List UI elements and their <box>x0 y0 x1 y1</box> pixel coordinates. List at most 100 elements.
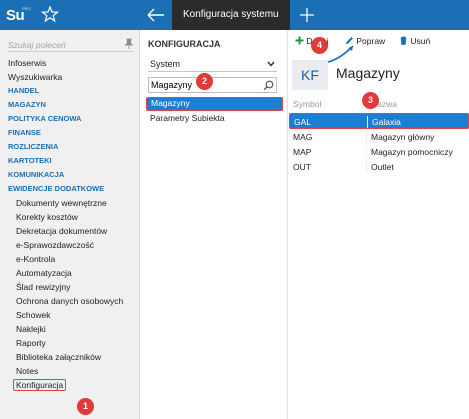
sidebar-item-label: Infoserwis <box>8 58 47 68</box>
sidebar-item-label: Dokumenty wewnętrzne <box>16 198 107 208</box>
table-header: Symbol Nazwa <box>289 96 469 113</box>
page-title: Magazyny <box>336 65 400 81</box>
sidebar-item[interactable]: Raporty <box>0 336 140 350</box>
sidebar-item-label: e-Sprawozdawczość <box>16 240 94 250</box>
sidebar-item-label: Konfiguracja <box>13 379 67 391</box>
tab-label: Konfiguracja systemu <box>183 9 279 20</box>
star-icon[interactable] <box>40 5 60 23</box>
sidebar-item[interactable]: Ślad rewizyjny <box>0 280 140 294</box>
delete-button-label: Usuń <box>410 36 431 46</box>
cell-symbol: OUT <box>293 162 311 172</box>
sidebar-item[interactable]: EWIDENCJE DODATKOWE <box>0 182 140 196</box>
sidebar-item[interactable]: e-Kontrola <box>0 252 140 266</box>
sidebar-item[interactable]: Biblioteka załączników <box>0 350 140 364</box>
search-icon[interactable] <box>263 80 274 91</box>
callout-arrow <box>327 45 354 63</box>
sidebar-item-label: Raporty <box>16 338 46 348</box>
pin-icon[interactable] <box>124 38 134 50</box>
sidebar-item-label: FINANSE <box>8 128 41 137</box>
sidebar-item[interactable]: Konfiguracja <box>0 378 140 392</box>
panel-title: KONFIGURACJA <box>148 39 221 49</box>
table-row[interactable]: MAG Magazyn główny <box>289 129 469 144</box>
warehouses-table: Symbol Nazwa GAL Galaxia MAG Magazyn główny… <box>289 96 469 174</box>
section-select[interactable]: System <box>148 57 277 72</box>
sidebar-item[interactable]: Dekretacja dokumentów <box>0 224 140 238</box>
list-header: KF Magazyny <box>289 60 469 90</box>
configuration-list-item[interactable]: Parametry Subiekta <box>146 111 283 125</box>
sidebar-item[interactable]: Infoserwis <box>0 56 140 70</box>
sidebar-item-label: POLITYKA CENOWA <box>8 114 82 123</box>
table-row[interactable]: MAP Magazyn pomocniczy <box>289 144 469 159</box>
sidebar-item-label: e-Kontrola <box>16 254 56 264</box>
sidebar-item-label: Korekty kosztów <box>16 212 78 222</box>
cell-name: Magazyn pomocniczy <box>371 147 453 157</box>
configuration-list: Magazyny Parametry Subiekta <box>146 97 283 125</box>
command-search-input[interactable] <box>8 38 120 51</box>
command-search <box>8 38 134 52</box>
chevron-down-icon <box>266 60 276 68</box>
configuration-list-item[interactable]: Magazyny <box>146 97 283 111</box>
plus-icon <box>295 36 304 45</box>
sidebar-item[interactable]: MAGAZYN <box>0 98 140 112</box>
sidebar-item[interactable]: Notes <box>0 364 140 378</box>
sidebar-item[interactable]: Schowek <box>0 308 140 322</box>
sidebar-item[interactable]: KARTOTEKI <box>0 154 140 168</box>
logo-superscript: PRO <box>22 6 31 11</box>
sidebar-item[interactable]: HANDEL <box>0 84 140 98</box>
sidebar-item-label: Naklejki <box>16 324 46 334</box>
sidebar-item-label: EWIDENCJE DODATKOWE <box>8 184 105 193</box>
sidebar-item[interactable]: Korekty kosztów <box>0 210 140 224</box>
app-logo[interactable]: Su PRO <box>6 5 31 25</box>
back-arrow-icon[interactable] <box>144 4 168 26</box>
sidebar-item-label: Ślad rewizyjny <box>16 282 71 292</box>
configuration-panel: KONFIGURACJA System MagazynyParametry Su… <box>141 30 288 419</box>
sidebar-item[interactable]: Naklejki <box>0 322 140 336</box>
sidebar-item-label: KARTOTEKI <box>8 156 52 165</box>
cell-symbol: MAP <box>293 147 312 157</box>
table-row[interactable]: OUT Outlet <box>289 159 469 174</box>
section-select-value: System <box>150 59 181 69</box>
sidebar-item-label: Ochrona danych osobowych <box>16 296 124 306</box>
column-divider <box>366 161 367 173</box>
main-panel: Dodaj Popraw Usuń KF Magazyny Symbol Naz… <box>289 30 469 419</box>
sidebar: Infoserwis Wyszukiwarka HANDEL MAGAZYN POLIT… <box>0 30 140 419</box>
callout-badge-1: 1 <box>77 398 94 415</box>
cell-symbol: GAL <box>294 117 312 127</box>
sidebar-item[interactable]: Automatyzacja <box>0 266 140 280</box>
sidebar-item-label: ROZLICZENIA <box>8 142 59 151</box>
sidebar-item[interactable]: Dokumenty wewnętrzne <box>0 196 140 210</box>
sidebar-item[interactable]: KOMUNIKACJA <box>0 168 140 182</box>
sidebar-item-label: Biblioteka załączników <box>16 352 102 362</box>
sidebar-item-label: Dekretacja dokumentów <box>16 226 108 236</box>
sidebar-item-label: Notes <box>16 366 39 376</box>
table-body: GAL Galaxia MAG Magazyn główny MAP Magazyn po… <box>289 113 469 174</box>
column-divider <box>367 116 368 128</box>
sidebar-item[interactable]: e-Sprawozdawczość <box>0 238 140 252</box>
cell-name: Galaxia <box>372 117 401 127</box>
sidebar-item-label: Wyszukiwarka <box>8 72 63 82</box>
sidebar-item[interactable]: POLITYKA CENOWA <box>0 112 140 126</box>
sidebar-item[interactable]: Wyszukiwarka <box>0 70 140 84</box>
cell-symbol: MAG <box>293 132 313 142</box>
tab-konfiguracja-systemu[interactable]: Konfiguracja systemu <box>172 0 290 30</box>
sidebar-item-label: Schowek <box>16 310 51 320</box>
sidebar-item[interactable]: FINANSE <box>0 126 140 140</box>
column-divider <box>366 146 367 158</box>
top-bar: Su PRO Konfiguracja systemu <box>0 0 469 30</box>
delete-button[interactable]: Usuń <box>399 36 430 46</box>
trash-icon <box>400 36 407 45</box>
column-divider <box>366 131 367 143</box>
sidebar-nav: Infoserwis Wyszukiwarka HANDEL MAGAZYN POLIT… <box>0 56 140 392</box>
sidebar-item[interactable]: ROZLICZENIA <box>0 140 140 154</box>
new-tab-plus-icon[interactable] <box>296 4 318 26</box>
sidebar-item-label: KOMUNIKACJA <box>8 170 65 179</box>
sidebar-item[interactable]: Ochrona danych osobowych <box>0 294 140 308</box>
cell-name: Outlet <box>371 162 394 172</box>
cell-name: Magazyn główny <box>371 132 435 142</box>
sidebar-item-label: MAGAZYN <box>8 100 46 109</box>
sidebar-item-label: Automatyzacja <box>16 268 72 278</box>
callout-badge-2: 2 <box>196 73 213 90</box>
column-header-symbol[interactable]: Symbol <box>293 99 321 109</box>
table-row[interactable]: GAL Galaxia <box>289 113 469 129</box>
callout-badge-3: 3 <box>362 92 379 109</box>
